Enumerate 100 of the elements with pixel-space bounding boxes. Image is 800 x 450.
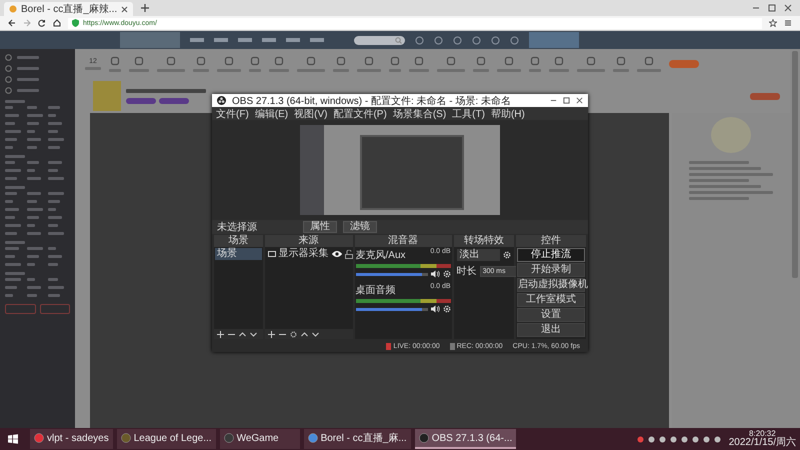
blurred-category-link[interactable]	[5, 177, 17, 180]
blurred-category-link[interactable]	[5, 161, 15, 164]
chevron-down-icon[interactable]	[250, 330, 257, 338]
speaker-icon[interactable]	[430, 270, 440, 278]
category-icon[interactable]	[616, 56, 626, 66]
eye-icon[interactable]	[332, 250, 342, 258]
gear-icon[interactable]	[290, 330, 297, 338]
close-icon[interactable]	[576, 97, 583, 104]
category-icon[interactable]	[274, 56, 284, 66]
chevron-up-icon[interactable]	[239, 330, 246, 338]
blurred-category-link[interactable]	[26, 208, 43, 211]
category-icon[interactable]	[644, 56, 654, 66]
blurred-category-link[interactable]	[26, 177, 41, 180]
blurred-category-link[interactable]	[26, 263, 35, 266]
taskbar-app[interactable]: WeGame	[220, 429, 300, 449]
clock-date[interactable]: 2022/1/15/周六	[728, 438, 796, 448]
source-toolbar-button[interactable]: 滤镜	[343, 221, 377, 233]
transition-select[interactable]: 淡出	[456, 249, 500, 261]
menu-item[interactable]: 帮助(H)	[490, 106, 525, 120]
blurred-category-link[interactable]	[48, 200, 60, 203]
header-tool-icon[interactable]	[491, 36, 500, 44]
category-icon[interactable]	[336, 56, 346, 66]
minimize-icon[interactable]	[550, 97, 557, 104]
blurred-category-link[interactable]	[48, 114, 56, 117]
blurred-category-link[interactable]	[48, 122, 62, 125]
blurred-category-link[interactable]	[26, 106, 37, 109]
header-tool-icon[interactable]	[510, 36, 519, 44]
blurred-category-link[interactable]	[26, 286, 41, 289]
blurred-category-link[interactable]	[26, 114, 43, 117]
volume-slider[interactable]	[356, 308, 428, 310]
forward-arrow-icon[interactable]	[23, 19, 31, 27]
search-field[interactable]	[354, 36, 405, 44]
header-tool-icon[interactable]	[415, 36, 424, 44]
unlock-icon[interactable]	[344, 250, 353, 258]
menu-item[interactable]: 配置文件(P)	[333, 106, 387, 120]
category-icon[interactable]	[504, 56, 514, 66]
blurred-category-link[interactable]	[48, 138, 64, 141]
control-button[interactable]: 退出	[517, 323, 585, 337]
menu-item[interactable]: 文件(F)	[216, 106, 249, 120]
blurred-category-link[interactable]	[26, 130, 35, 133]
blurred-outline-button[interactable]	[40, 304, 70, 314]
header-tool-icon[interactable]	[472, 36, 481, 44]
blurred-tag[interactable]	[159, 98, 189, 104]
category-icon[interactable]	[134, 56, 144, 66]
speaker-icon[interactable]	[430, 305, 440, 313]
blurred-category-link[interactable]	[26, 138, 41, 141]
blurred-sidebar-link[interactable]	[17, 78, 39, 80]
search-icon[interactable]	[395, 36, 402, 44]
gear-icon[interactable]	[503, 251, 512, 259]
taskbar-app[interactable]: League of Lege...	[116, 429, 216, 449]
category-icon[interactable]	[586, 56, 596, 66]
blurred-category-link[interactable]	[5, 122, 15, 125]
menu-item[interactable]: 编辑(E)	[254, 106, 288, 120]
blurred-category-link[interactable]	[48, 263, 58, 266]
blurred-category-link[interactable]	[5, 286, 17, 289]
blurred-outline-button[interactable]	[5, 304, 36, 314]
blurred-category-link[interactable]	[5, 208, 19, 211]
close-icon[interactable]	[784, 4, 792, 12]
category-icon[interactable]	[166, 56, 176, 66]
category-icon[interactable]	[224, 56, 234, 66]
blurred-category-link[interactable]	[5, 146, 13, 149]
source-toolbar-button[interactable]: 属性	[303, 221, 337, 233]
category-icon[interactable]	[390, 56, 400, 66]
blurred-category-link[interactable]	[48, 224, 58, 227]
blurred-tag[interactable]	[126, 98, 156, 104]
chevron-down-icon[interactable]	[312, 330, 319, 338]
blurred-category-link[interactable]	[5, 169, 21, 172]
blurred-sidebar-link[interactable]	[17, 66, 39, 70]
blurred-category-link[interactable]	[26, 294, 37, 297]
blurred-download-button[interactable]	[669, 60, 699, 68]
blurred-category-link[interactable]	[48, 216, 62, 219]
blurred-category-link[interactable]	[5, 232, 17, 235]
blurred-category-link[interactable]	[26, 216, 39, 219]
blurred-sidebar-link[interactable]	[17, 56, 39, 58]
control-button[interactable]: 开始录制	[517, 263, 585, 277]
blurred-category-link[interactable]	[5, 106, 13, 109]
gear-icon[interactable]	[442, 270, 451, 278]
browser-tab[interactable]: Borel - cc直播_麻辣...	[4, 2, 134, 16]
blurred-category-link[interactable]	[26, 278, 35, 281]
category-icon[interactable]	[364, 56, 374, 66]
menu-item[interactable]: 工具(T)	[452, 106, 485, 120]
gear-icon[interactable]	[442, 305, 451, 313]
source-item[interactable]: 显示器采集	[278, 248, 329, 260]
blurred-category-link[interactable]	[26, 192, 41, 195]
reload-icon[interactable]	[38, 19, 46, 27]
blurred-category-link[interactable]	[26, 200, 37, 203]
blurred-category-link[interactable]	[48, 130, 58, 133]
category-icon[interactable]	[110, 56, 120, 66]
category-icon[interactable]	[446, 56, 456, 66]
blurred-category-link[interactable]	[5, 255, 15, 258]
close-icon[interactable]	[121, 6, 128, 12]
volume-slider[interactable]	[356, 272, 428, 276]
maximize-icon[interactable]	[768, 4, 776, 12]
blurred-category-link[interactable]	[5, 224, 21, 227]
blurred-category-link[interactable]	[26, 161, 39, 164]
scene-item[interactable]: 场景	[215, 248, 262, 260]
plus-icon[interactable]	[268, 330, 275, 338]
blurred-category-link[interactable]	[26, 232, 41, 235]
maximize-icon[interactable]	[563, 97, 570, 104]
menu-icon[interactable]	[784, 19, 792, 27]
